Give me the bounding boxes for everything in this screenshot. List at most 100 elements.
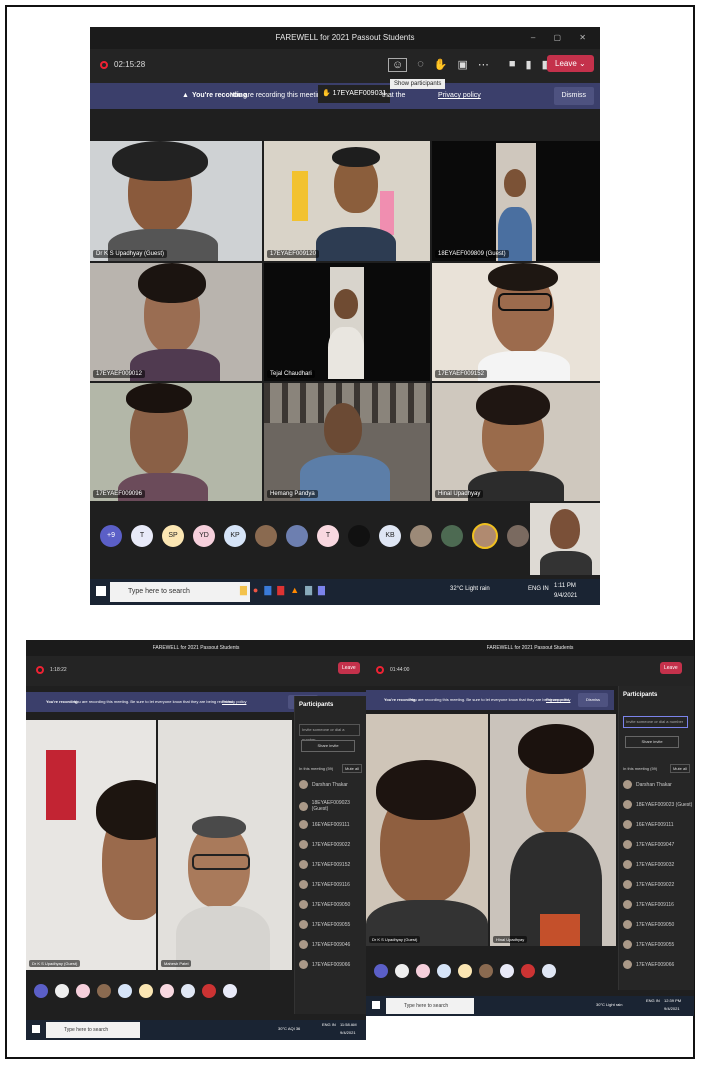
video-tile[interactable]: 17EYAEF009120 <box>264 141 430 261</box>
avatar[interactable] <box>500 964 514 978</box>
reactions-icon[interactable]: ✋ <box>434 58 448 72</box>
participants-icon[interactable]: ☺ <box>388 58 408 72</box>
video-tile[interactable]: 18EYAEF009809 (Guest) <box>432 141 600 261</box>
avatar[interactable] <box>97 984 111 998</box>
participant-row[interactable]: 17EYAEF009055 <box>299 920 350 929</box>
video-tile[interactable]: 17EYAEF009152 <box>432 263 600 381</box>
app-icon[interactable]: ▇ <box>305 585 312 596</box>
avatar[interactable] <box>34 984 48 998</box>
avatar[interactable] <box>139 984 153 998</box>
avatar[interactable] <box>410 525 432 547</box>
windows-start-icon[interactable] <box>96 586 106 596</box>
teams-icon[interactable]: ▇ <box>318 585 325 596</box>
video-tile[interactable]: 17EYAEF009012 <box>90 263 262 381</box>
video-tile[interactable]: Dr K S Upadhyay (Guest) <box>26 720 156 970</box>
leave-button[interactable]: Leave ⌄ <box>547 55 594 72</box>
avatar[interactable] <box>76 984 90 998</box>
video-tile[interactable]: 17EYAEF009096 <box>90 383 262 501</box>
avatar[interactable] <box>507 525 529 547</box>
privacy-link[interactable]: Privacy policy <box>546 690 570 710</box>
invite-input[interactable]: Invite someone or dial a number <box>623 716 688 728</box>
participant-row[interactable]: 17EYAEF009050 <box>299 900 350 909</box>
avatar[interactable] <box>441 525 463 547</box>
avatar[interactable] <box>55 984 69 998</box>
video-tile[interactable]: Dr K S Upadhyay (Guest) <box>90 141 262 261</box>
more-icon[interactable]: ⋯ <box>478 58 489 72</box>
video-tile[interactable]: Mahesh Patel <box>158 720 292 970</box>
speaking-avatar[interactable] <box>472 523 498 549</box>
participant-row[interactable]: 17EYAEF009116 <box>299 880 350 889</box>
window-controls[interactable]: – ▢ ✕ <box>531 27 594 49</box>
avatar[interactable] <box>395 964 409 978</box>
avatar[interactable] <box>223 984 237 998</box>
participant-row[interactable]: 18EYAEF009023 (Guest) <box>299 800 366 812</box>
avatar[interactable] <box>416 964 430 978</box>
taskbar-search[interactable]: Type here to search <box>46 1022 140 1038</box>
chat-icon[interactable]: ◌ <box>417 58 424 72</box>
avatar[interactable] <box>542 964 556 978</box>
leave-button[interactable]: Leave <box>660 662 682 674</box>
share-invite-button[interactable]: Share invite <box>301 740 355 752</box>
mic-icon[interactable]: ▮ <box>526 58 532 72</box>
avatar[interactable]: T <box>317 525 339 547</box>
avatar[interactable] <box>479 964 493 978</box>
share-invite-button[interactable]: Share invite <box>625 736 679 748</box>
participant-row[interactable]: 17EYAEF009055 <box>623 940 674 949</box>
word-icon[interactable]: ▇ <box>264 585 271 596</box>
avatar[interactable]: T <box>131 525 153 547</box>
mute-all-button[interactable]: Mute all <box>669 764 690 773</box>
avatar[interactable] <box>348 525 370 547</box>
participant-row[interactable]: 17EYAEF009066 <box>299 960 350 969</box>
file-explorer-icon[interactable]: ▇ <box>240 585 247 596</box>
video-tile[interactable]: Hinal Upadhyay <box>490 714 616 946</box>
avatar[interactable] <box>286 525 308 547</box>
overflow-avatar[interactable]: +9 <box>100 525 122 547</box>
chrome-icon[interactable]: ● <box>253 585 258 596</box>
participant-row[interactable]: 17EYAEF009022 <box>299 840 350 849</box>
vlc-icon[interactable]: ▲ <box>290 585 299 596</box>
avatar[interactable] <box>118 984 132 998</box>
avatar[interactable]: YD <box>193 525 215 547</box>
avatar[interactable]: KP <box>224 525 246 547</box>
participant-row[interactable]: 16EYAEF009111 <box>299 820 350 829</box>
taskbar-search[interactable]: Type here to search <box>386 998 474 1014</box>
participant-row[interactable]: Darshan Thakar <box>623 780 672 789</box>
avatar[interactable] <box>374 964 388 978</box>
leave-button[interactable]: Leave <box>338 662 360 674</box>
participant-row[interactable]: 17EYAEF009152 <box>299 860 350 869</box>
avatar[interactable] <box>521 964 535 978</box>
dismiss-button[interactable]: Dismiss <box>553 87 594 105</box>
avatar[interactable] <box>458 964 472 978</box>
rooms-icon[interactable]: ▣ <box>457 58 467 72</box>
avatar[interactable] <box>437 964 451 978</box>
camera-icon[interactable]: ■ <box>509 58 516 72</box>
avatar[interactable] <box>160 984 174 998</box>
participant-row[interactable]: 17EYAEF009066 <box>623 960 674 969</box>
video-tile[interactable]: Tejal Chaudhari <box>264 263 430 381</box>
avatar[interactable]: SP <box>162 525 184 547</box>
dismiss-button[interactable]: Dismiss <box>578 693 608 707</box>
participant-row[interactable]: 17EYAEF009046 <box>299 940 350 949</box>
participant-row[interactable]: 17EYAEF009032 <box>623 860 674 869</box>
avatar[interactable]: KB <box>379 525 401 547</box>
privacy-link[interactable]: Privacy policy <box>222 692 246 712</box>
avatar[interactable] <box>255 525 277 547</box>
app-icon[interactable]: ▇ <box>277 585 284 596</box>
participant-row[interactable]: 17EYAEF009022 <box>623 880 674 889</box>
video-tile[interactable]: Hinal Upadhyay <box>432 383 600 501</box>
participant-row[interactable]: 17EYAEF009050 <box>623 920 674 929</box>
participant-row[interactable]: Darshan Thakar <box>299 780 348 789</box>
participant-row[interactable]: 16EYAEF009111 <box>623 820 674 829</box>
video-tile[interactable]: Hemang Pandya <box>264 383 430 501</box>
participant-row[interactable]: 17EYAEF009047 <box>623 840 674 849</box>
mute-all-button[interactable]: Mute all <box>341 764 362 773</box>
participant-row[interactable]: 18EYAEF009023 (Guest) <box>623 800 692 809</box>
taskbar-search[interactable]: Type here to search <box>110 582 250 602</box>
avatar[interactable] <box>181 984 195 998</box>
video-tile[interactable]: Dr K S Upadhyay (Guest) <box>366 714 488 946</box>
windows-start-icon[interactable] <box>32 1025 40 1033</box>
windows-start-icon[interactable] <box>372 1001 380 1009</box>
participant-row[interactable]: 17EYAEF009116 <box>623 900 674 909</box>
invite-input[interactable]: Invite someone or dial a number <box>299 724 360 742</box>
avatar[interactable] <box>202 984 216 998</box>
